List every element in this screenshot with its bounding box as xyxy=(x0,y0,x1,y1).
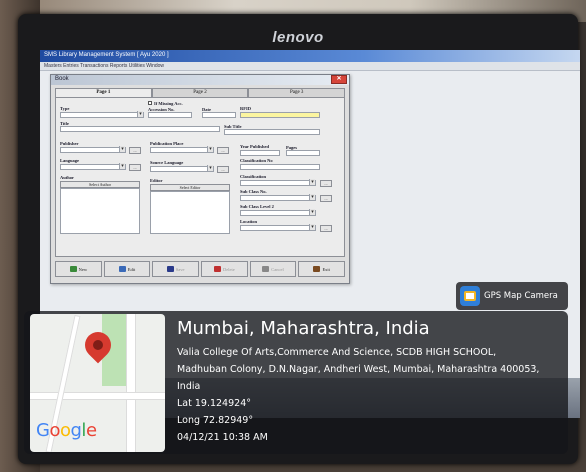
edit-icon xyxy=(118,266,126,272)
google-logo: Google xyxy=(36,420,97,441)
tab-strip: Page 1 Page 2 Page 3 xyxy=(55,88,346,97)
cancel-label: Cancel xyxy=(271,266,284,272)
app-title-bar: SMS Library Management System [ Ayu 2020… xyxy=(40,50,580,62)
new-icon xyxy=(69,266,77,272)
source-language-add-button[interactable]: ... xyxy=(217,166,229,173)
gps-app-name: GPS Map Camera xyxy=(484,291,558,301)
sub-class-add-button[interactable]: ... xyxy=(320,195,332,202)
source-language-select[interactable] xyxy=(150,165,214,172)
map-thumbnail: Google xyxy=(30,314,165,452)
classification-label: Classification xyxy=(240,174,267,179)
gps-info-card: Google Mumbai, Maharashtra, India Valia … xyxy=(24,311,568,454)
title-field[interactable] xyxy=(60,126,220,132)
map-road xyxy=(30,392,165,400)
classification-select[interactable] xyxy=(240,179,316,186)
tab-page-1[interactable]: Page 1 xyxy=(55,88,152,97)
exit-label: Exit xyxy=(322,266,330,272)
author-label: Author xyxy=(60,175,75,180)
missing-checkbox[interactable] xyxy=(148,101,152,105)
delete-icon xyxy=(213,266,221,272)
editor-label: Editor xyxy=(150,178,163,183)
edit-button[interactable]: Edit xyxy=(103,261,151,277)
exit-icon xyxy=(313,266,321,272)
timestamp: 04/12/21 10:38 AM xyxy=(177,432,268,443)
classification-add-button[interactable]: ... xyxy=(320,180,332,187)
location-label: Location xyxy=(240,219,258,224)
sub-class-2-label: Sub Class Level 2 xyxy=(240,204,274,209)
source-language-label: Source Language xyxy=(150,160,184,165)
date-field[interactable] xyxy=(202,112,236,118)
edit-label: Edit xyxy=(127,266,136,272)
map-road xyxy=(126,314,136,452)
sub-class-select[interactable] xyxy=(240,194,316,201)
pages-field[interactable] xyxy=(286,150,320,156)
editor-list[interactable] xyxy=(150,191,230,234)
cancel-button[interactable]: Cancel xyxy=(249,261,297,277)
publisher-label: Publisher xyxy=(60,141,79,146)
author-list[interactable] xyxy=(60,188,140,234)
type-select[interactable] xyxy=(60,111,144,118)
save-icon xyxy=(166,266,174,272)
action-toolbar: New Edit Save Delete Cancel Exit xyxy=(55,261,346,279)
sub-class-2-select[interactable] xyxy=(240,209,316,216)
language-label: Language xyxy=(60,158,80,163)
publisher-add-button[interactable]: ... xyxy=(129,147,141,154)
app-menu-bar[interactable]: Masters Entries Transactions Reports Uti… xyxy=(40,62,580,71)
camera-icon xyxy=(460,286,480,306)
latitude: Lat 19.124924° xyxy=(177,398,251,409)
dialog-title: Book xyxy=(55,76,69,82)
select-author-button[interactable]: Select Author xyxy=(60,181,140,188)
new-label: New xyxy=(78,266,88,272)
exit-button[interactable]: Exit xyxy=(298,261,346,277)
save-label: Save xyxy=(175,266,185,272)
monitor-brand-logo: lenovo xyxy=(272,29,324,46)
class-no-field[interactable] xyxy=(240,164,320,170)
form-panel: If Missing Acc. Type Accession No. Date … xyxy=(55,97,345,257)
close-button[interactable]: ✕ xyxy=(331,75,347,84)
tab-page-2[interactable]: Page 2 xyxy=(151,88,249,97)
missing-label: If Missing Acc. xyxy=(154,101,183,106)
pub-place-label: Publication Place xyxy=(150,141,184,146)
cancel-icon xyxy=(262,266,270,272)
type-label: Type xyxy=(60,106,70,111)
pub-place-select[interactable] xyxy=(150,146,214,153)
sub-class-label: Sub Class No. xyxy=(240,189,267,194)
new-button[interactable]: New xyxy=(55,261,102,277)
year-field[interactable] xyxy=(240,150,280,156)
accession-field[interactable] xyxy=(148,112,192,118)
select-editor-button[interactable]: Select Editor xyxy=(150,184,230,191)
rfid-label: RFID xyxy=(240,106,251,111)
delete-button[interactable]: Delete xyxy=(201,261,248,277)
location-select[interactable] xyxy=(240,224,316,231)
save-button[interactable]: Save xyxy=(152,261,200,277)
tab-page-3[interactable]: Page 3 xyxy=(248,88,346,97)
longitude: Long 72.82949° xyxy=(177,415,254,426)
location-add-button[interactable]: ... xyxy=(320,225,332,232)
address-line-1: Valia College Of Arts,Commerce And Scien… xyxy=(177,347,497,358)
gps-app-badge: GPS Map Camera xyxy=(456,282,568,310)
address-line-2: Madhuban Colony, D.N.Nagar, Andheri West… xyxy=(177,364,540,375)
location-city: Mumbai, Maharashtra, India xyxy=(177,318,430,339)
dialog-title-bar: Book ✕ xyxy=(51,75,349,85)
delete-label: Delete xyxy=(222,266,235,272)
rfid-field[interactable] xyxy=(240,112,320,118)
language-add-button[interactable]: ... xyxy=(129,164,141,171)
year-label: Year Published xyxy=(240,144,270,149)
book-dialog: Book ✕ Page 1 Page 2 Page 3 If Missing A… xyxy=(50,74,350,284)
class-no-label: Classification No xyxy=(240,158,273,163)
language-select[interactable] xyxy=(60,163,126,170)
pub-place-add-button[interactable]: ... xyxy=(217,147,229,154)
address-line-3: India xyxy=(177,381,201,392)
subtitle-field[interactable] xyxy=(224,129,320,135)
publisher-select[interactable] xyxy=(60,146,126,153)
